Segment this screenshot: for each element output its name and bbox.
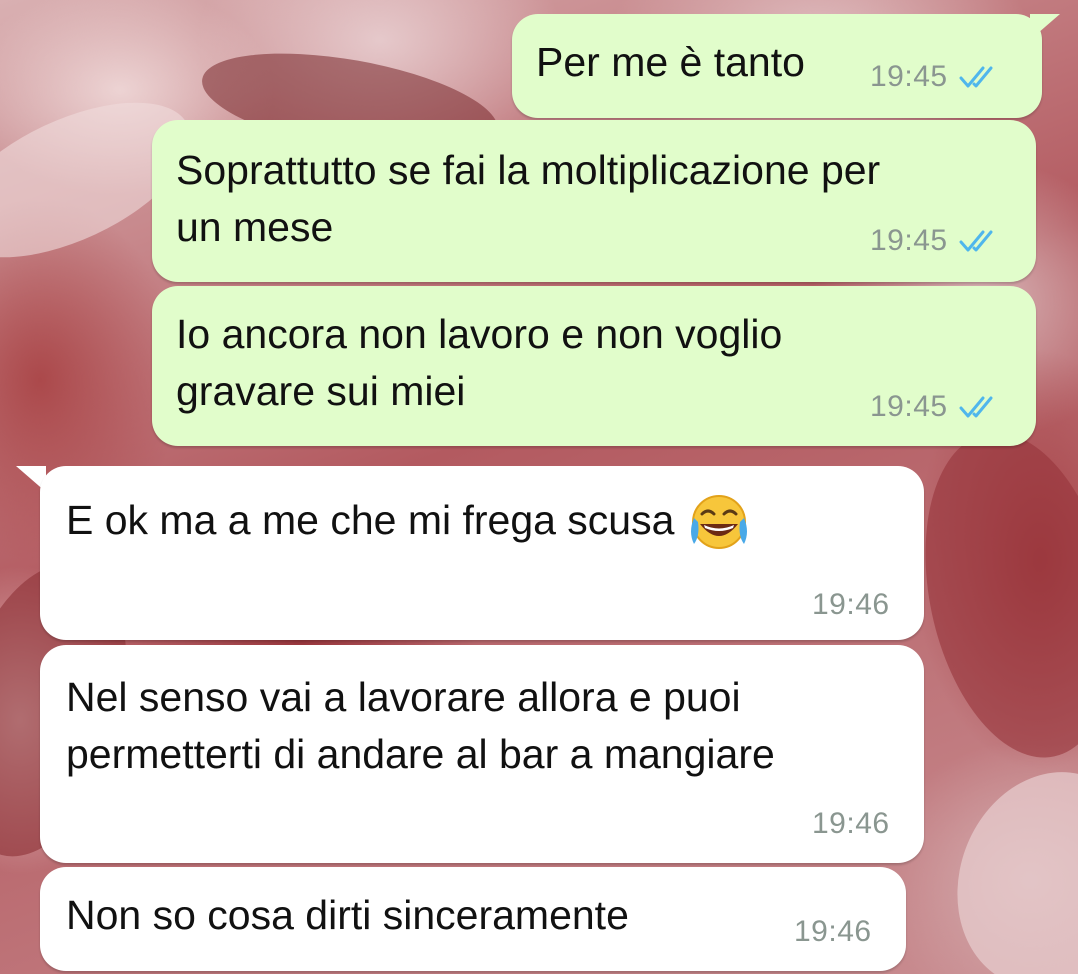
- message-text-line: Io ancora non lavoro e non voglio: [176, 311, 783, 357]
- message-text-line: Nel senso vai a lavorare allora e puoi: [66, 674, 741, 720]
- incoming-message-bubble[interactable]: Nel senso vai a lavorare allora e puoi p…: [40, 645, 924, 863]
- message-text-line: permetterti di andare al bar a mangiare: [66, 731, 775, 777]
- message-time: 19:46: [794, 915, 872, 948]
- message-meta: 19:45: [870, 224, 1002, 258]
- message-text-line: un mese: [176, 204, 334, 250]
- message-time: 19:46: [812, 588, 890, 621]
- read-ticks-icon: [959, 396, 993, 418]
- wallpaper-petal: [927, 745, 1078, 974]
- message-time: 19:45: [870, 60, 948, 93]
- message-meta: 19:45: [870, 60, 1002, 94]
- wallpaper-petal: [897, 414, 1078, 776]
- message-text: Non so cosa dirti sinceramente: [66, 892, 629, 938]
- message-meta: 19:46: [812, 807, 890, 841]
- incoming-message-bubble[interactable]: Non so cosa dirti sinceramente 19:46: [40, 867, 906, 971]
- message-text: E ok ma a me che mi frega scusa: [66, 492, 752, 554]
- message-text-content: E ok ma a me che mi frega scusa: [66, 497, 675, 543]
- message-meta: 19:46: [812, 588, 890, 622]
- message-time: 19:45: [870, 390, 948, 423]
- read-ticks-icon: [959, 66, 993, 88]
- message-meta: 19:45: [870, 390, 1002, 424]
- outgoing-message-bubble[interactable]: Io ancora non lavoro e non voglio gravar…: [152, 286, 1036, 446]
- face-with-tears-of-joy-icon: [691, 495, 748, 550]
- message-time: 19:46: [812, 807, 890, 840]
- incoming-message-bubble[interactable]: E ok ma a me che mi frega scusa 19:46: [40, 466, 924, 640]
- bubble-tail: [1030, 14, 1060, 40]
- message-text-line: Soprattutto se fai la moltiplicazione pe…: [176, 147, 881, 193]
- message-text-line: gravare sui miei: [176, 368, 466, 414]
- outgoing-message-bubble[interactable]: Per me è tanto 19:45: [512, 14, 1042, 118]
- message-text: Per me è tanto: [536, 39, 805, 85]
- read-ticks-icon: [959, 230, 993, 252]
- outgoing-message-bubble[interactable]: Soprattutto se fai la moltiplicazione pe…: [152, 120, 1036, 282]
- message-time: 19:45: [870, 224, 948, 257]
- message-meta: 19:46: [794, 915, 872, 949]
